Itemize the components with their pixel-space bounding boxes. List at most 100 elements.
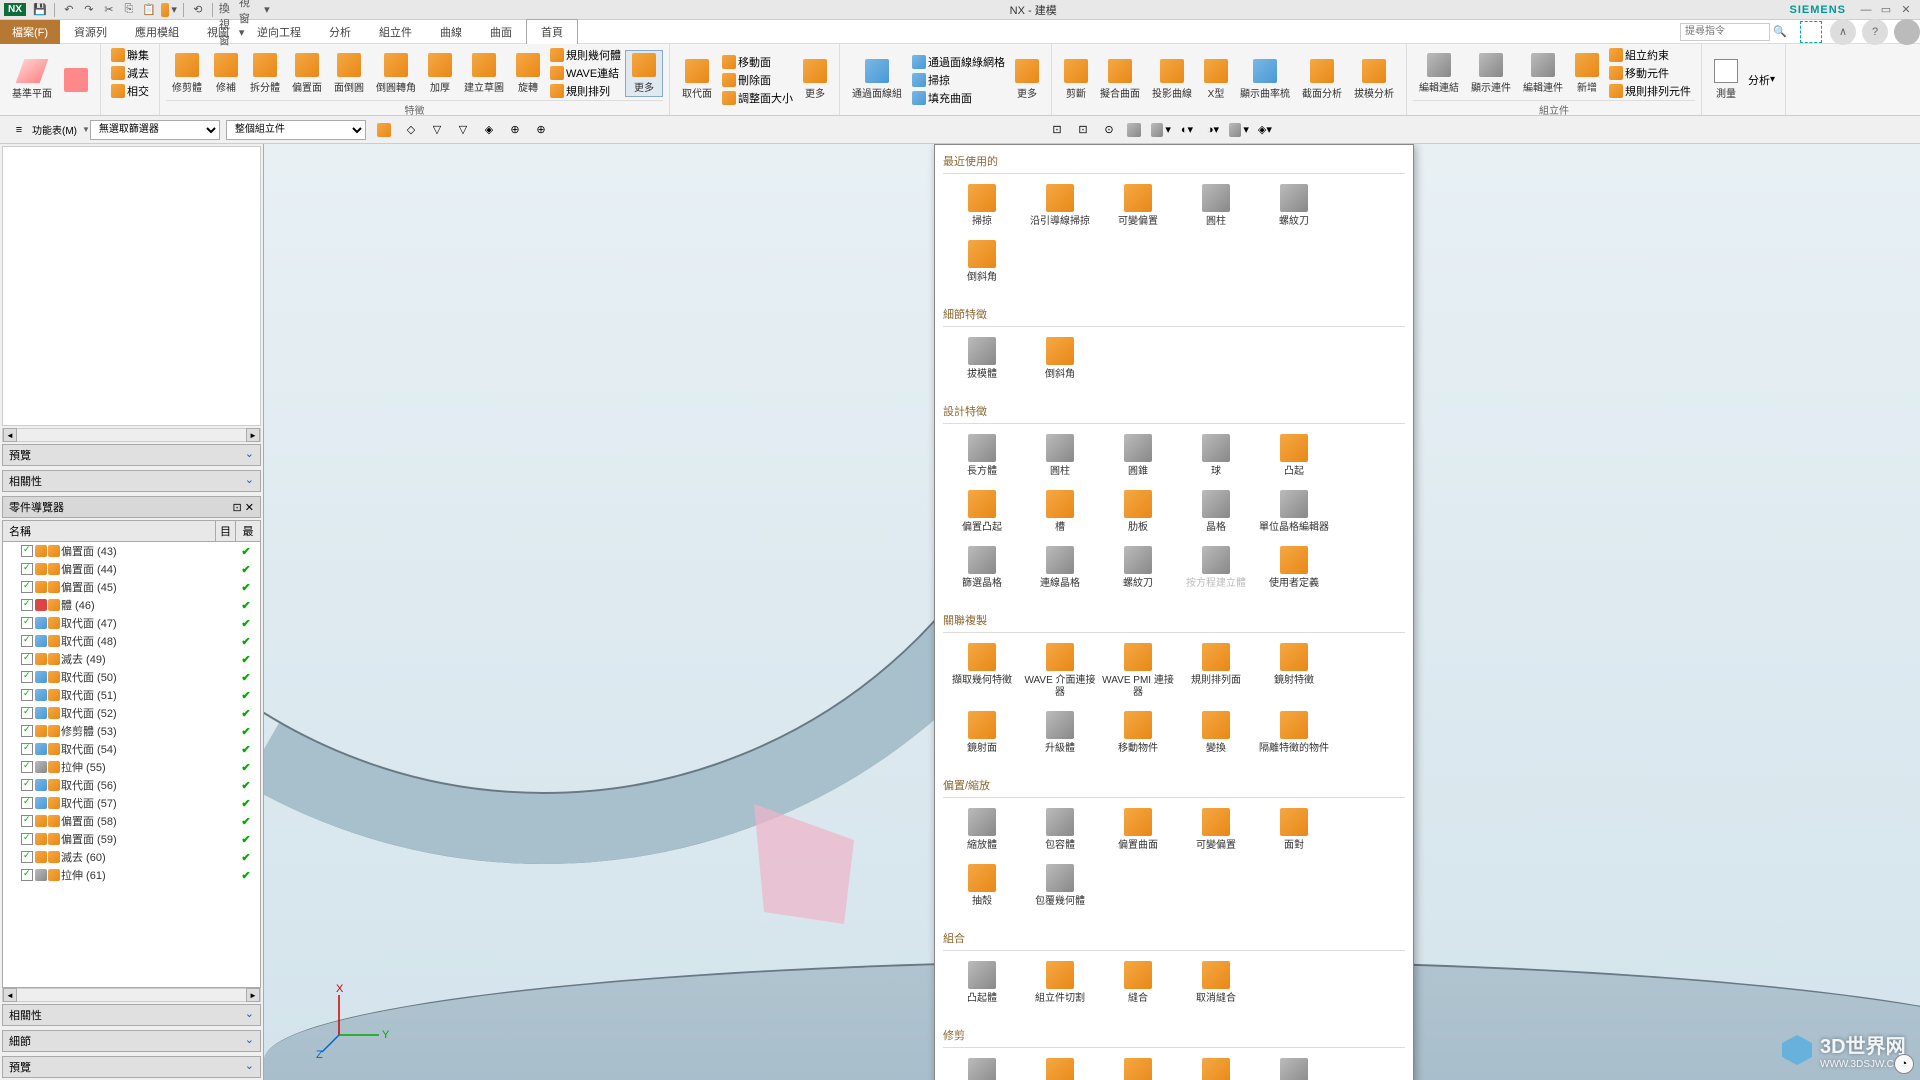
search-input[interactable]: [1680, 23, 1770, 41]
dropdown-item[interactable]: 按方程建立體: [1177, 540, 1255, 596]
add-comp-btn[interactable]: 新增: [1569, 51, 1605, 96]
dropdown-item[interactable]: 掃掠: [943, 178, 1021, 234]
tree-item[interactable]: 取代面 (48) ✔: [3, 632, 260, 650]
filter-select[interactable]: 無選取篩選器: [90, 120, 220, 140]
tree-checkbox[interactable]: [21, 617, 33, 629]
body-icon[interactable]: ▾: [161, 2, 177, 18]
dropdown-item[interactable]: 圓柱: [1177, 178, 1255, 234]
dropdown-item[interactable]: 倒斜角: [1021, 331, 1099, 387]
bottom-related[interactable]: 相關性⌄: [2, 1004, 261, 1026]
col-visible[interactable]: 目: [216, 521, 236, 541]
tree-item[interactable]: 偏置面 (45) ✔: [3, 578, 260, 596]
dropdown-item[interactable]: 包容體: [1021, 802, 1099, 858]
edit-comp-btn[interactable]: 編輯連件: [1517, 51, 1569, 96]
tree-checkbox[interactable]: [21, 761, 33, 773]
tree-checkbox[interactable]: [21, 725, 33, 737]
tree-item[interactable]: 取代面 (51) ✔: [3, 686, 260, 704]
create-sketch-btn[interactable]: 建立草圖: [458, 51, 510, 96]
tree-item[interactable]: 偏置面 (59) ✔: [3, 830, 260, 848]
dropdown-item[interactable]: 篩選晶格: [943, 540, 1021, 596]
sb-view3-icon[interactable]: ⊙: [1098, 119, 1120, 141]
menu-surface[interactable]: 曲面: [476, 20, 526, 44]
tree-checkbox[interactable]: [21, 563, 33, 575]
dropdown-item[interactable]: 連線晶格: [1021, 540, 1099, 596]
menu-application[interactable]: 應用模組: [121, 20, 193, 44]
tree-checkbox[interactable]: [21, 815, 33, 827]
menu-assembly[interactable]: 組立件: [365, 20, 426, 44]
dropdown-item[interactable]: 單位晶格編輯器: [1255, 484, 1333, 540]
dropdown-item[interactable]: WAVE PMI 連接器: [1099, 637, 1177, 705]
tree-item[interactable]: 取代面 (50) ✔: [3, 668, 260, 686]
menu-curve[interactable]: 曲線: [426, 20, 476, 44]
dropdown-item[interactable]: 球: [1177, 428, 1255, 484]
tree-item[interactable]: 取代面 (52) ✔: [3, 704, 260, 722]
dropdown-item[interactable]: 隔離特徵的物件: [1255, 705, 1333, 761]
draft-analyze-btn[interactable]: 拔模分析: [1348, 57, 1400, 102]
bottom-detail[interactable]: 細節⌄: [2, 1030, 261, 1052]
view-triad[interactable]: X Y Z: [314, 980, 394, 1060]
move-comp-btn[interactable]: 移動元件: [1605, 64, 1695, 82]
tree-checkbox[interactable]: [21, 743, 33, 755]
edge-blend-btn[interactable]: 倒圓轉角: [370, 51, 422, 96]
h-scrollbar-tree[interactable]: ◄►: [2, 988, 261, 1002]
sb-cube-icon[interactable]: [374, 119, 396, 141]
tree-item[interactable]: 取代面 (54) ✔: [3, 740, 260, 758]
3d-viewport[interactable]: 最近使用的 掃掠 沿引導線掃掠 可變偏置 圓柱 螺紋刀 倒斜角 細節特徵 拔模體: [264, 144, 1920, 1080]
tree-checkbox[interactable]: [21, 689, 33, 701]
sb-tool1-icon[interactable]: ◇: [400, 119, 422, 141]
refresh-icon[interactable]: ⟲: [190, 2, 206, 18]
menu-reverse[interactable]: 逆向工程: [243, 20, 315, 44]
tree-item[interactable]: 滅去 (49) ✔: [3, 650, 260, 668]
sb-view5-icon[interactable]: ▾: [1150, 119, 1172, 141]
tree-checkbox[interactable]: [21, 671, 33, 683]
dropdown-item[interactable]: 凸起體: [943, 955, 1021, 1011]
tree-checkbox[interactable]: [21, 779, 33, 791]
search-icon[interactable]: 🔍: [1772, 24, 1788, 40]
tree-item[interactable]: 滅去 (60) ✔: [3, 848, 260, 866]
dropdown-item[interactable]: 鏡射特徵: [1255, 637, 1333, 705]
related-section[interactable]: 相關性⌄: [2, 470, 261, 492]
measure-btn[interactable]: 測量: [1708, 57, 1744, 102]
feature-tree[interactable]: 偏置面 (43) ✔ 偏置面 (44) ✔ 偏置面 (45) ✔ 體 (46) …: [2, 542, 261, 988]
delete-face-btn[interactable]: 刪除面: [718, 71, 797, 89]
dropdown-item[interactable]: 槽: [1021, 484, 1099, 540]
mesh-surf-btn[interactable]: 通過面線綠網格: [908, 53, 1009, 71]
trim-body-btn[interactable]: 修剪體: [166, 51, 208, 96]
dropdown-item[interactable]: 圓柱: [1021, 428, 1099, 484]
redo-icon[interactable]: ↷: [81, 2, 97, 18]
dropdown-item[interactable]: 取消修剪: [1099, 1052, 1177, 1080]
face-blend-btn[interactable]: 面倒圓: [328, 51, 370, 96]
user-icon[interactable]: [1894, 19, 1920, 45]
dropdown-item[interactable]: 圓錐: [1099, 428, 1177, 484]
edit-link-btn[interactable]: 編輯連結: [1413, 51, 1465, 96]
tree-item[interactable]: 取代面 (57) ✔: [3, 794, 260, 812]
dropdown-item[interactable]: 抽殼: [943, 858, 1021, 914]
sb-view8-icon[interactable]: ▾: [1228, 119, 1250, 141]
analyze-btn[interactable]: 分析 ▾: [1744, 71, 1779, 89]
more-feature-btn[interactable]: 更多: [625, 50, 663, 97]
sb-tool3-icon[interactable]: ▽: [452, 119, 474, 141]
sb-view2-icon[interactable]: ⊡: [1072, 119, 1094, 141]
dropdown-item[interactable]: 偏置曲面: [1099, 802, 1177, 858]
tree-checkbox[interactable]: [21, 707, 33, 719]
overflow-icon[interactable]: ▾: [259, 2, 275, 18]
revolve-btn[interactable]: 旋轉: [510, 51, 546, 96]
menu-home[interactable]: 首頁: [526, 19, 578, 44]
dropdown-item[interactable]: 組立件切割: [1021, 955, 1099, 1011]
menu-lines-icon[interactable]: ≡: [8, 119, 30, 141]
dropdown-item[interactable]: 使用者定義: [1255, 540, 1333, 596]
sb-view9-icon[interactable]: ◈▾: [1254, 119, 1276, 141]
tree-checkbox[interactable]: [21, 635, 33, 647]
dropdown-item[interactable]: 移動物件: [1099, 705, 1177, 761]
save-icon[interactable]: 💾: [32, 2, 48, 18]
tree-checkbox[interactable]: [21, 833, 33, 845]
up-icon[interactable]: ∧: [1830, 19, 1856, 45]
dropdown-item[interactable]: 沿引導線掃掠: [1021, 178, 1099, 234]
replace-face-btn[interactable]: 取代面: [676, 57, 718, 102]
menu-view[interactable]: 視圖: [193, 20, 243, 44]
wave-link-btn[interactable]: WAVE連結: [546, 64, 625, 82]
minimize-icon[interactable]: —: [1856, 2, 1876, 18]
tree-item[interactable]: 偏置面 (43) ✔: [3, 542, 260, 560]
sb-view6-icon[interactable]: ◐▾: [1176, 119, 1198, 141]
tree-checkbox[interactable]: [21, 653, 33, 665]
